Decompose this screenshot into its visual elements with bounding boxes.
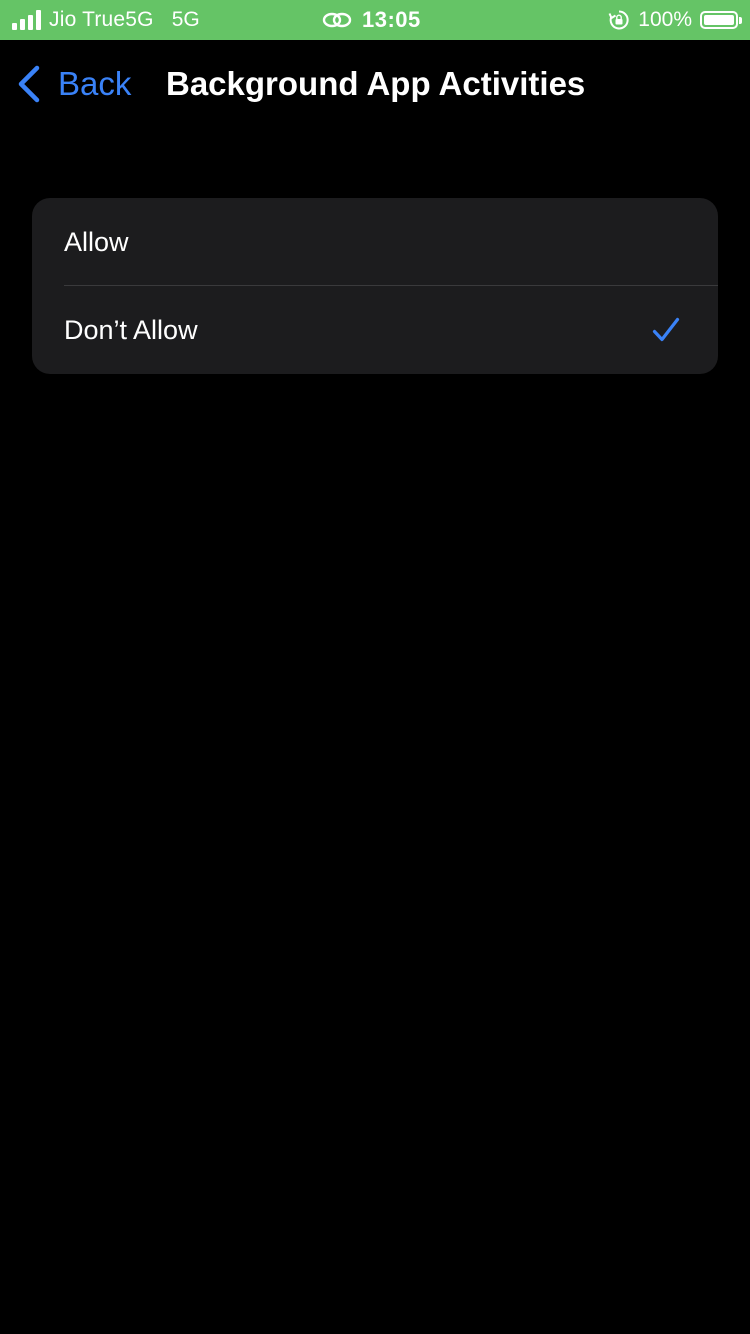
back-label: Back — [58, 65, 132, 102]
options-list: Allow Don’t Allow — [32, 198, 718, 374]
option-label: Don’t Allow — [64, 315, 198, 345]
signal-icon — [12, 10, 41, 30]
checkmark-icon — [652, 317, 680, 342]
status-bar: Jio True5G 5G 13:05 100% — [0, 0, 750, 40]
battery-percent: 100% — [638, 8, 692, 31]
rotation-lock-icon — [608, 10, 629, 30]
status-left: Jio True5G 5G — [12, 0, 200, 40]
battery-icon — [700, 11, 742, 29]
status-time: 13:05 — [362, 7, 421, 32]
status-right: 100% — [608, 0, 742, 40]
option-allow[interactable]: Allow — [32, 198, 718, 286]
network-type: 5G — [171, 8, 200, 31]
carrier-name: Jio True5G — [49, 8, 154, 31]
chevron-left-icon — [18, 65, 40, 103]
link-icon — [322, 12, 352, 28]
status-center: 13:05 — [322, 0, 421, 40]
option-label: Allow — [64, 227, 129, 257]
page-title: Background App Activities — [166, 65, 586, 102]
navigation-bar: Back Background App Activities — [0, 40, 750, 128]
option-dont-allow[interactable]: Don’t Allow — [32, 286, 718, 374]
back-button[interactable]: Back — [16, 62, 131, 106]
